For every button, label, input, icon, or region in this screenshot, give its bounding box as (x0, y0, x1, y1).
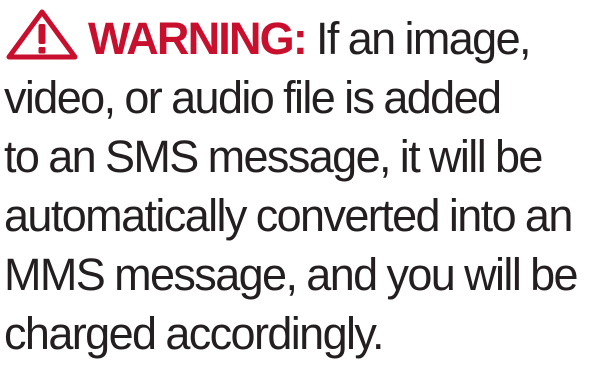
warning-text-line: charged accordingly. (4, 308, 385, 359)
warning-text-line: MMS message, and you will be (4, 249, 579, 300)
warning-label: WARNING: (88, 13, 308, 64)
warning-triangle-icon (6, 9, 78, 60)
warning-text-line: video, or audio file is added (4, 72, 502, 123)
warning-text-line: to an SMS message, it will be (4, 131, 543, 182)
warning-text-line: If an image, (315, 13, 532, 64)
warning-notice: WARNING: If an image, video, or audio fi… (4, 8, 586, 363)
warning-text-line: automatically converted into an (4, 190, 573, 241)
warning-line-1: WARNING: If an image, (4, 8, 586, 68)
